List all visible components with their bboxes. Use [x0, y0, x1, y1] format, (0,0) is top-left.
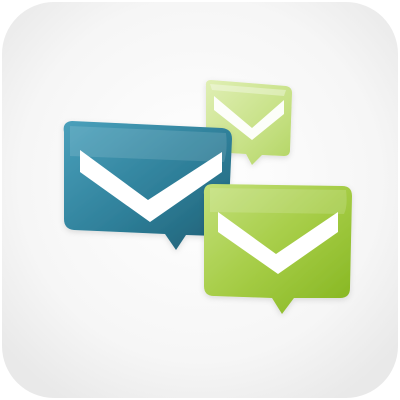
app-icon[interactable] [0, 0, 400, 400]
large-green-envelope-icon [203, 184, 352, 314]
app-icon-graphic [2, 2, 398, 398]
